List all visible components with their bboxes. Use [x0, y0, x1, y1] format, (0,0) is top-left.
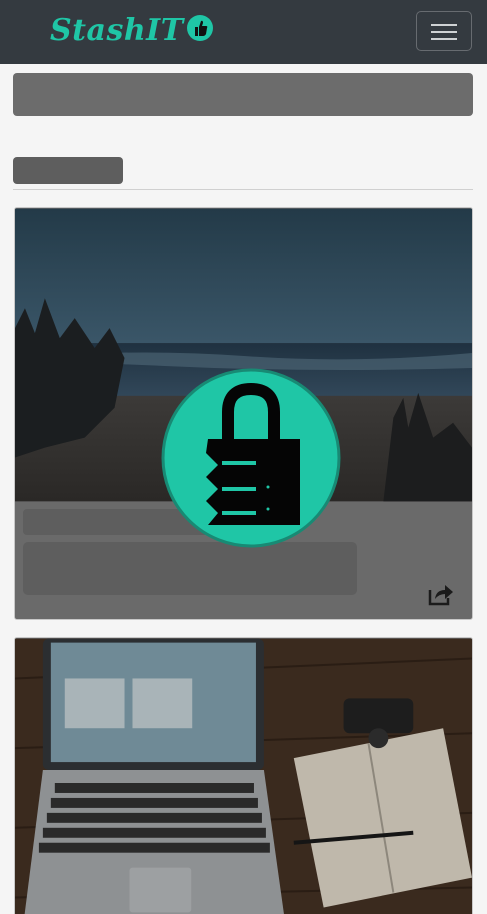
thumbs-up-icon	[186, 14, 214, 47]
search-input-placeholder[interactable]	[13, 73, 473, 116]
hamburger-menu-icon	[431, 24, 457, 26]
padlock-icon	[161, 368, 341, 548]
navbar-toggler-button[interactable]	[416, 11, 472, 51]
brand-logo[interactable]: StashIT	[50, 12, 214, 48]
share-icon[interactable]	[426, 581, 454, 607]
brand-name: StashIT	[50, 12, 184, 48]
card-description-placeholder	[23, 542, 357, 595]
divider	[13, 189, 473, 190]
card-image-laptop	[15, 638, 472, 914]
section-heading-placeholder	[13, 157, 123, 184]
stash-card[interactable]	[14, 637, 473, 914]
navbar: StashIT	[0, 0, 487, 64]
